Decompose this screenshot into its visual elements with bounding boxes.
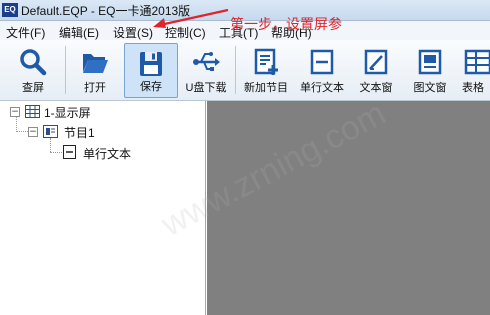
tree-expander-program[interactable]: − [28,127,38,137]
image-text-window-icon [418,49,442,75]
table-button[interactable]: 表格 [458,42,490,98]
text-window-button[interactable]: 文本窗 [350,42,402,98]
image-text-window-button[interactable]: 图文窗 [404,42,456,98]
tree-connector [50,152,62,153]
table-label: 表格 [462,82,484,94]
menu-file[interactable]: 文件(F) [6,24,45,41]
single-line-text-label: 单行文本 [300,82,344,94]
folder-open-icon [83,54,108,73]
image-text-window-label: 图文窗 [413,82,447,94]
annotation-arrow-icon [153,8,229,28]
text-window-label: 文本窗 [359,82,393,94]
save-label: 保存 [140,81,162,93]
tree-node-screen[interactable]: 1-显示屏 [44,104,91,121]
usb-download-label: U盘下载 [185,82,227,94]
query-screen-button[interactable]: 查屏 [4,42,62,98]
tree-connector [16,131,28,132]
display-screen-icon [25,105,40,118]
menu-edit[interactable]: 编辑(E) [59,24,99,41]
tree-node-program[interactable]: 节目1 [64,124,95,141]
open-button[interactable]: 打开 [68,42,122,98]
save-button[interactable]: 保存 [124,43,178,98]
tree-connector [16,116,17,132]
save-disk-icon [140,52,162,76]
table-icon [464,49,490,75]
single-line-text-icon [310,49,334,75]
tree-expander-screen[interactable]: − [10,107,20,117]
menu-settings[interactable]: 设置(S) [113,24,153,41]
new-program-icon [254,48,278,75]
annotation-text: 第一步，设置屏参 [230,16,342,32]
open-label: 打开 [84,82,106,94]
tree-node-single-line-text[interactable]: 单行文本 [83,145,131,162]
tree-connector [50,138,51,152]
toolbar-separator [235,46,236,94]
text-window-icon [364,49,388,75]
usb-icon [193,52,220,71]
app-icon: EQ [2,3,18,17]
single-line-text-node-icon [63,145,76,159]
usb-download-button[interactable]: U盘下载 [180,42,232,98]
program-icon [43,125,58,138]
single-line-text-button[interactable]: 单行文本 [295,42,349,98]
query-screen-label: 查屏 [22,82,44,94]
new-program-label: 新加节目 [244,82,288,94]
magnifier-icon [20,49,47,76]
new-program-button[interactable]: 新加节目 [238,42,294,98]
toolbar-separator [65,46,66,94]
